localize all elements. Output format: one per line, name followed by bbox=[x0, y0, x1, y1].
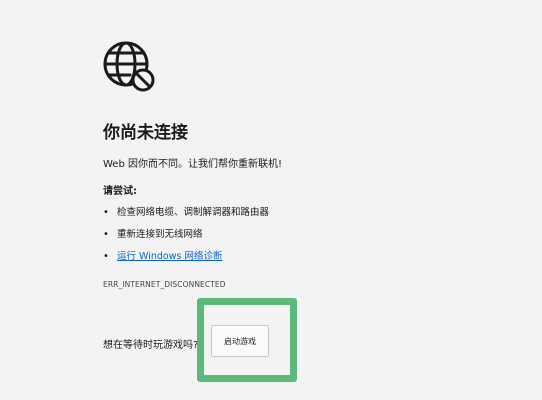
wait-prompt: 想在等待时玩游戏吗? bbox=[103, 340, 199, 351]
suggestion-item: 运行 Windows 网络诊断 bbox=[103, 250, 269, 272]
page-title: 你尚未连接 bbox=[103, 123, 188, 143]
error-code: ERR_INTERNET_DISCONNECTED bbox=[103, 280, 226, 289]
suggestion-item: 重新连接到无线网络 bbox=[103, 228, 269, 250]
try-label: 请尝试: bbox=[103, 186, 137, 197]
launch-game-button[interactable]: 启动游戏 bbox=[211, 325, 269, 357]
globe-disconnected-icon bbox=[103, 41, 155, 92]
run-network-diagnostics-link[interactable]: 运行 Windows 网络诊断 bbox=[117, 251, 222, 262]
suggestion-list: 检查网络电缆、调制解调器和路由器 重新连接到无线网络 运行 Windows 网络… bbox=[103, 206, 269, 272]
suggestion-reconnect-wifi: 重新连接到无线网络 bbox=[117, 229, 203, 240]
subtitle: Web 因你而不同。让我们帮你重新联机! bbox=[103, 159, 282, 170]
suggestion-item: 检查网络电缆、调制解调器和路由器 bbox=[103, 206, 269, 228]
suggestion-check-cables: 检查网络电缆、调制解调器和路由器 bbox=[117, 207, 270, 218]
offline-error-page: 你尚未连接 Web 因你而不同。让我们帮你重新联机! 请尝试: 检查网络电缆、调… bbox=[0, 0, 542, 400]
